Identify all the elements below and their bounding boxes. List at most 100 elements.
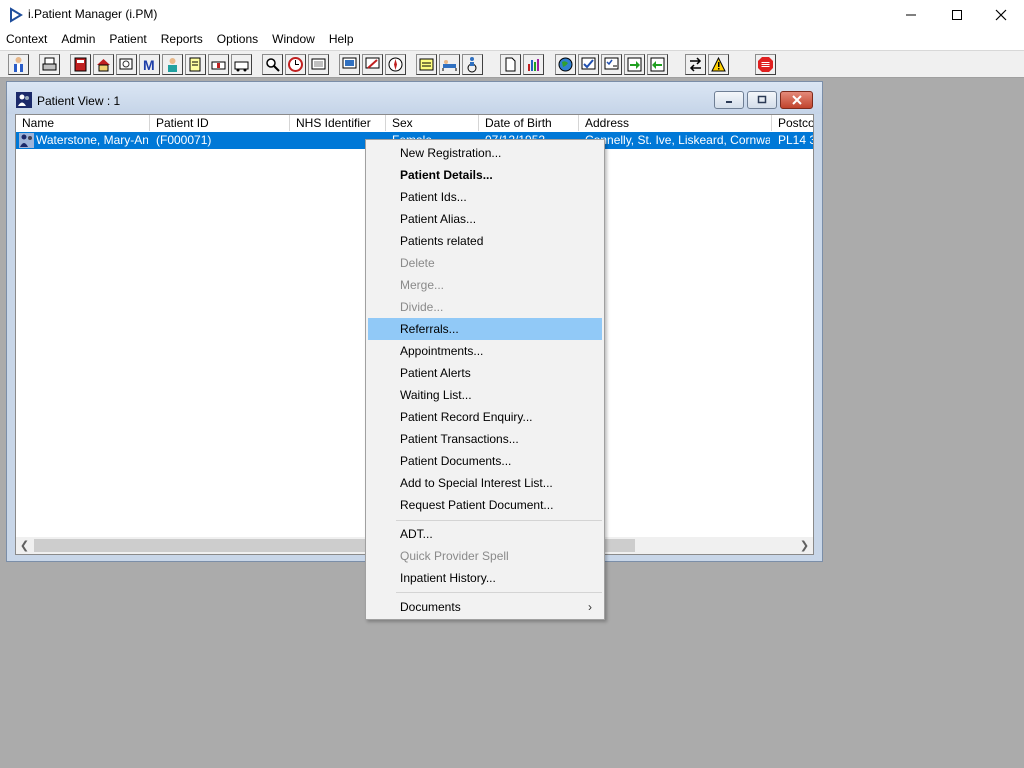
chevron-left-icon: ❮ bbox=[19, 540, 30, 552]
check-list-icon bbox=[604, 57, 619, 70]
toolbar-notes-button[interactable] bbox=[185, 54, 206, 75]
toolbar-warning-button[interactable] bbox=[708, 54, 729, 75]
toolbar-monitor-button[interactable] bbox=[339, 54, 360, 75]
toolbar-house-button[interactable] bbox=[93, 54, 114, 75]
toolbar-check-list-button[interactable] bbox=[601, 54, 622, 75]
toolbar-green-arrow-2-button[interactable] bbox=[647, 54, 668, 75]
title-bar: i.Patient Manager (i.PM) bbox=[0, 0, 1024, 30]
column-header-postcode[interactable]: Postcode bbox=[772, 115, 813, 131]
toolbar-ambulance-button[interactable] bbox=[208, 54, 229, 75]
warning-icon bbox=[711, 56, 726, 72]
restore-icon bbox=[757, 95, 767, 104]
toolbar-monitor-edit-button[interactable] bbox=[362, 54, 383, 75]
toolbar-green-arrow-button[interactable] bbox=[624, 54, 645, 75]
menu-options[interactable]: Options bbox=[210, 30, 265, 50]
toolbar-bed-button[interactable] bbox=[439, 54, 460, 75]
menu-separator bbox=[396, 520, 602, 521]
compass-icon bbox=[388, 57, 403, 72]
column-header-address[interactable]: Address bbox=[579, 115, 772, 131]
toolbar-book-button[interactable] bbox=[70, 54, 91, 75]
menu-item-documents[interactable]: Documents › bbox=[368, 596, 602, 618]
toolbar-notepad-button[interactable] bbox=[416, 54, 437, 75]
menu-item-new-registration[interactable]: New Registration... bbox=[368, 142, 602, 164]
toolbar-display-button[interactable] bbox=[308, 54, 329, 75]
context-menu: New Registration... Patient Details... P… bbox=[365, 139, 605, 620]
scroll-left-button[interactable]: ❮ bbox=[16, 537, 33, 554]
menu-item-appointments[interactable]: Appointments... bbox=[368, 340, 602, 362]
child-minimize-button[interactable] bbox=[714, 91, 744, 109]
toolbar-globe-button[interactable] bbox=[555, 54, 576, 75]
chart-icon bbox=[528, 59, 539, 71]
list-header: Name Patient ID NHS Identifier Sex Date … bbox=[16, 115, 813, 133]
clock-icon bbox=[288, 57, 303, 72]
doctor-icon bbox=[168, 58, 177, 72]
toolbar-exit-button[interactable] bbox=[755, 54, 776, 75]
toolbar-ambulance-2-button[interactable] bbox=[231, 54, 252, 75]
menu-item-inpatient-history[interactable]: Inpatient History... bbox=[368, 567, 602, 589]
menu-item-documents-label: Documents bbox=[400, 600, 461, 614]
menu-item-divide: Divide... bbox=[400, 300, 444, 314]
minimize-icon bbox=[906, 14, 916, 16]
toolbar-magnifier-button[interactable] bbox=[262, 54, 283, 75]
toolbar-document-button[interactable] bbox=[500, 54, 521, 75]
toolbar-search-button[interactable] bbox=[116, 54, 137, 75]
chevron-right-icon: ❯ bbox=[799, 540, 810, 552]
menu-item-referrals[interactable]: Referrals... bbox=[368, 318, 602, 340]
column-header-name[interactable]: Name bbox=[16, 115, 150, 131]
menu-item-patient-ids[interactable]: Patient Ids... bbox=[368, 186, 602, 208]
document-icon bbox=[505, 57, 516, 72]
cell-patient-id: (F000071) bbox=[156, 133, 212, 147]
child-close-button[interactable] bbox=[780, 91, 813, 109]
toolbar-patient-button[interactable] bbox=[8, 54, 29, 75]
child-maximize-button[interactable] bbox=[747, 91, 777, 109]
toolbar-doctor-button[interactable] bbox=[162, 54, 183, 75]
menu-item-patient-transactions[interactable]: Patient Transactions... bbox=[368, 428, 602, 450]
menu-item-patient-alias[interactable]: Patient Alias... bbox=[368, 208, 602, 230]
notes-icon bbox=[189, 57, 201, 72]
menu-item-patients-related[interactable]: Patients related bbox=[368, 230, 602, 252]
toolbar-check-button[interactable] bbox=[578, 54, 599, 75]
toolbar-chart-button[interactable] bbox=[523, 54, 544, 75]
chevron-right-icon: › bbox=[588, 600, 592, 614]
menu-item-patient-alerts[interactable]: Patient Alerts bbox=[368, 362, 602, 384]
menu-window[interactable]: Window bbox=[265, 30, 322, 50]
toolbar-wheelchair-button[interactable] bbox=[462, 54, 483, 75]
bed-icon bbox=[442, 60, 457, 71]
menu-item-patient-record-enquiry[interactable]: Patient Record Enquiry... bbox=[368, 406, 602, 428]
toolbar-compass-button[interactable] bbox=[385, 54, 406, 75]
close-button[interactable] bbox=[978, 0, 1024, 30]
menu-item-adt[interactable]: ADT... bbox=[368, 523, 602, 545]
menu-context[interactable]: Context bbox=[0, 30, 54, 50]
menu-item-patient-documents[interactable]: Patient Documents... bbox=[368, 450, 602, 472]
menu-item-patient-details[interactable]: Patient Details... bbox=[368, 164, 602, 186]
menu-item-request-patient-document[interactable]: Request Patient Document... bbox=[368, 494, 602, 516]
menu-reports[interactable]: Reports bbox=[154, 30, 210, 50]
toolbar-m-button[interactable]: M bbox=[139, 54, 160, 75]
display-icon bbox=[311, 58, 326, 70]
column-header-nhs-identifier[interactable]: NHS Identifier bbox=[290, 115, 386, 131]
toolbar-transfer-button[interactable] bbox=[685, 54, 706, 75]
column-header-sex[interactable]: Sex bbox=[386, 115, 479, 131]
menu-item-add-special-interest[interactable]: Add to Special Interest List... bbox=[368, 472, 602, 494]
magnifier-icon bbox=[266, 58, 280, 72]
transfer-icon bbox=[689, 57, 702, 72]
play-logo-icon bbox=[10, 7, 23, 23]
toolbar-clock-button[interactable] bbox=[285, 54, 306, 75]
patient-view-title-bar[interactable]: Patient View : 1 bbox=[7, 82, 822, 114]
column-header-patient-id[interactable]: Patient ID bbox=[150, 115, 290, 131]
menu-help[interactable]: Help bbox=[322, 30, 361, 50]
menu-patient[interactable]: Patient bbox=[102, 30, 153, 50]
menu-admin[interactable]: Admin bbox=[54, 30, 102, 50]
menu-item-waiting-list[interactable]: Waiting List... bbox=[368, 384, 602, 406]
minimize-button[interactable] bbox=[888, 0, 934, 30]
book-icon bbox=[74, 57, 87, 72]
monitor-icon bbox=[342, 57, 357, 69]
column-header-dob[interactable]: Date of Birth bbox=[479, 115, 579, 131]
menu-item-quick-provider-spell: Quick Provider Spell bbox=[400, 549, 509, 563]
menu-item-delete: Delete bbox=[400, 256, 435, 270]
app-title: i.Patient Manager (i.PM) bbox=[28, 7, 158, 21]
scroll-right-button[interactable]: ❯ bbox=[796, 537, 813, 554]
patient-view-icon bbox=[16, 92, 32, 108]
toolbar-print-button[interactable] bbox=[39, 54, 60, 75]
maximize-button[interactable] bbox=[934, 0, 980, 30]
